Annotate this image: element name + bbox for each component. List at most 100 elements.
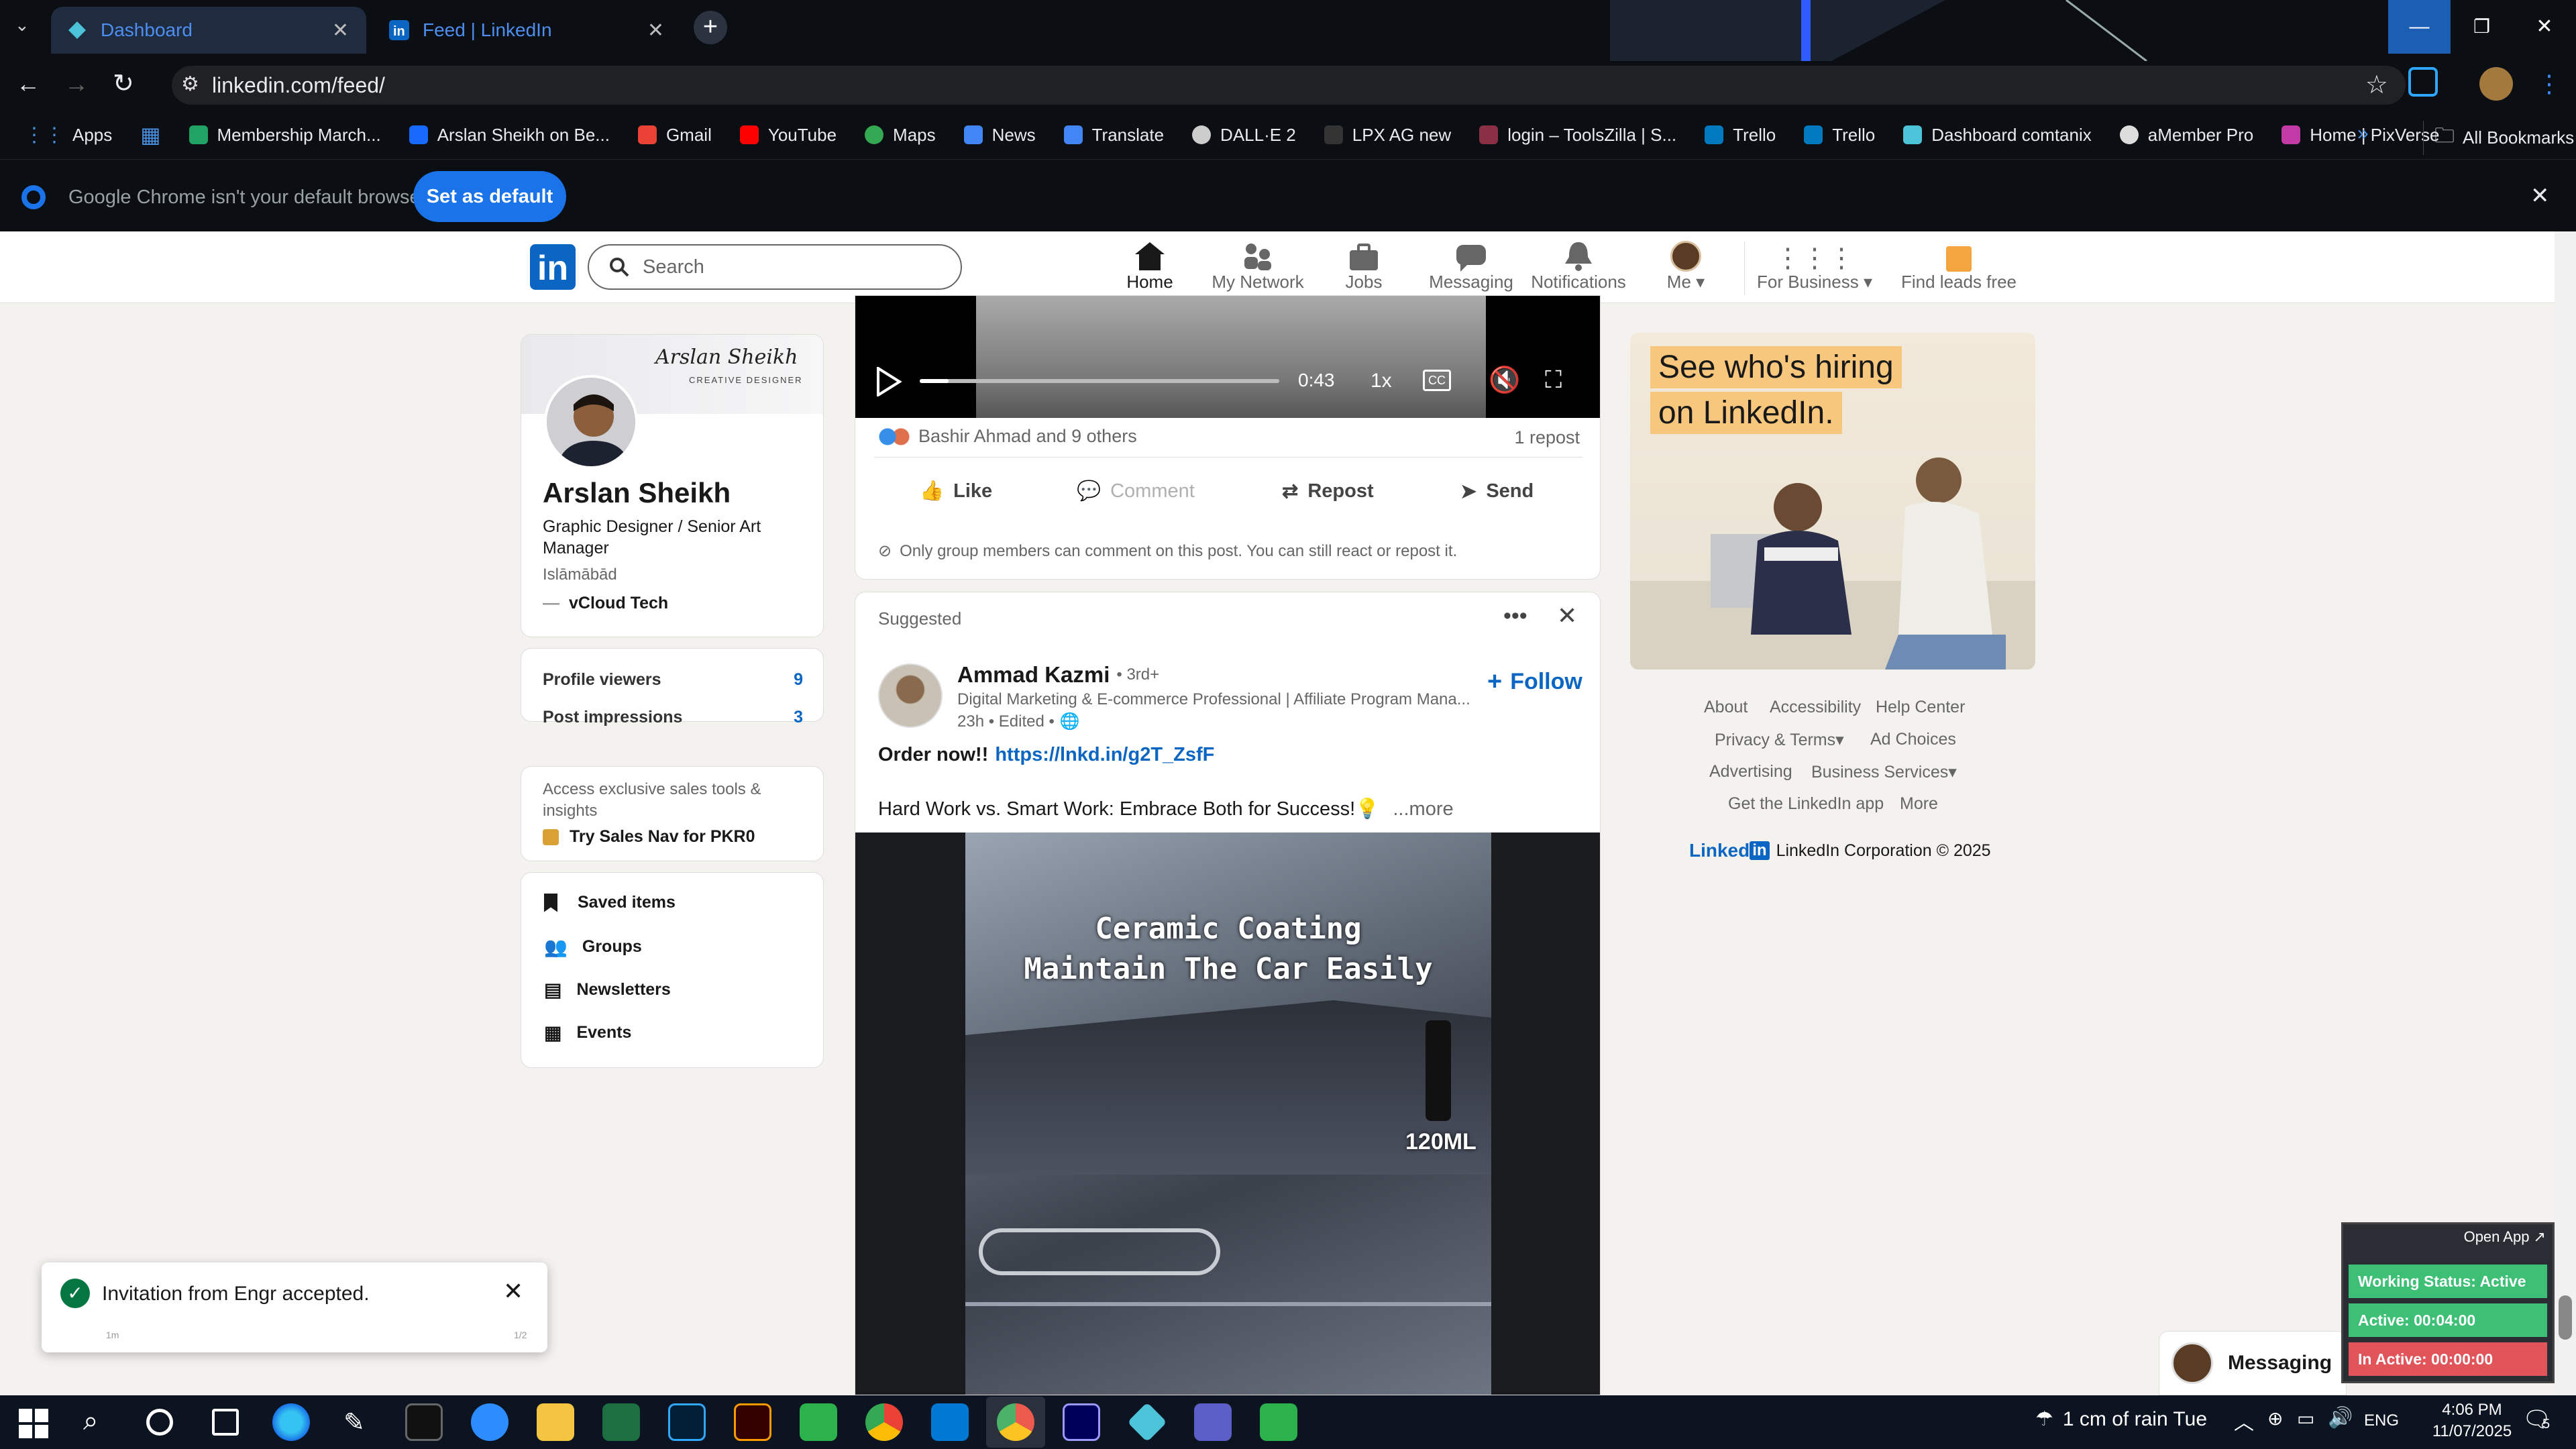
search-icon[interactable]: ⌕ bbox=[83, 1406, 98, 1436]
dismiss-post-icon[interactable]: ✕ bbox=[1557, 602, 1577, 630]
premium-cta[interactable]: Try Sales Nav for PKR0 bbox=[543, 827, 755, 847]
profile-avatar[interactable] bbox=[2479, 67, 2513, 101]
tab-feed-linkedin[interactable]: in Feed | LinkedIn ✕ bbox=[373, 7, 682, 54]
nav-find-leads[interactable]: Find leads free bbox=[1898, 239, 2019, 292]
extensions-icon[interactable] bbox=[2408, 67, 2438, 97]
bookmark-item[interactable]: Gmail bbox=[637, 125, 712, 146]
footer-link-get-app[interactable]: Get the LinkedIn app bbox=[1728, 794, 1884, 814]
scrollbar-thumb[interactable] bbox=[2559, 1295, 2572, 1340]
bookmark-item[interactable]: Dashboard comtanix bbox=[1903, 125, 2092, 146]
wifi-icon[interactable]: ▭ bbox=[2297, 1407, 2314, 1430]
profile-photo[interactable] bbox=[544, 375, 638, 469]
bookmark-item[interactable]: YouTube bbox=[739, 125, 837, 146]
set-default-button[interactable]: Set as default bbox=[413, 171, 566, 222]
repost-button[interactable]: ⇄ Repost bbox=[1282, 480, 1374, 503]
author-name[interactable]: Ammad Kazmi bbox=[957, 662, 1110, 688]
edge-icon[interactable] bbox=[272, 1403, 310, 1441]
premiere-icon[interactable] bbox=[1063, 1403, 1100, 1441]
nav-me[interactable]: Me ▾ bbox=[1632, 239, 1739, 292]
task-view-icon[interactable] bbox=[212, 1409, 239, 1436]
post-video[interactable]: Ceramic Coating Maintain The Car Easily … bbox=[855, 833, 1600, 1395]
photoshop-icon[interactable] bbox=[668, 1403, 706, 1441]
footer-link-help-center[interactable]: Help Center bbox=[1876, 698, 1965, 717]
stat-post-impressions[interactable]: Post impressions 3 bbox=[543, 708, 803, 727]
footer-link-privacy[interactable]: Privacy & Terms ▾ bbox=[1715, 730, 1844, 750]
pen-icon[interactable]: ✎ bbox=[343, 1407, 365, 1438]
footer-link-accessibility[interactable]: Accessibility bbox=[1770, 698, 1861, 717]
mute-icon[interactable]: 🔇 bbox=[1489, 366, 1520, 395]
send-button[interactable]: ➤ Send bbox=[1460, 480, 1534, 503]
site-info-icon[interactable]: ⚙ bbox=[181, 72, 199, 96]
bookmark-item[interactable]: Trello bbox=[1804, 125, 1875, 146]
bookmark-item[interactable]: aMember Pro bbox=[2119, 125, 2253, 146]
tab-dashboard[interactable]: Dashboard ✕ bbox=[51, 7, 366, 54]
more-options-icon[interactable]: ••• bbox=[1503, 603, 1527, 629]
weather-widget[interactable]: ☂ 1 cm of rain Tue bbox=[2035, 1407, 2207, 1431]
see-more-link[interactable]: ...more bbox=[1393, 798, 1453, 820]
stat-profile-viewers[interactable]: Profile viewers 9 bbox=[543, 670, 803, 690]
network-icon[interactable]: ⊕ bbox=[2267, 1407, 2283, 1430]
bookmark-item[interactable]: News bbox=[963, 125, 1036, 146]
nav-messaging[interactable]: Messaging bbox=[1417, 239, 1525, 292]
linkedin-logo[interactable]: in bbox=[530, 244, 576, 290]
captions-icon[interactable]: CC bbox=[1423, 370, 1451, 391]
profile-name[interactable]: Arslan Sheikh bbox=[543, 477, 731, 509]
bookmark-apps[interactable]: ⋮⋮ Apps bbox=[24, 123, 112, 147]
bookmark-item[interactable]: Membership March... bbox=[189, 125, 381, 146]
tray-chevron-icon[interactable]: ︿ bbox=[2234, 1406, 2254, 1436]
link-events[interactable]: ▦ Events bbox=[544, 1022, 631, 1044]
bookmark-item[interactable]: Maps bbox=[865, 125, 936, 146]
reactions-summary[interactable]: Bashir Ahmad and 9 others bbox=[878, 426, 1137, 447]
bookmark-item[interactable]: Trello bbox=[1705, 125, 1776, 146]
close-icon[interactable]: ✕ bbox=[647, 19, 664, 42]
address-bar[interactable]: ⚙ linkedin.com/feed/ ☆ bbox=[172, 66, 2406, 105]
bookmark-item[interactable]: login – ToolsZilla | S... bbox=[1479, 125, 1676, 146]
like-button[interactable]: 👍 Like bbox=[920, 480, 992, 502]
zoom-icon[interactable] bbox=[471, 1403, 508, 1441]
post-link[interactable]: https://lnkd.in/g2T_ZsfF bbox=[995, 744, 1214, 766]
excel-icon[interactable] bbox=[602, 1403, 640, 1441]
vscode-icon[interactable] bbox=[931, 1403, 969, 1441]
restore-button[interactable]: ❐ bbox=[2451, 0, 2513, 54]
volume-icon[interactable]: 🔊 bbox=[2328, 1406, 2353, 1430]
messaging-overlay[interactable]: Messaging bbox=[2159, 1331, 2347, 1395]
language-indicator[interactable]: ENG bbox=[2364, 1411, 2399, 1430]
footer-link-advertising[interactable]: Advertising bbox=[1709, 762, 1792, 782]
new-tab-button[interactable]: + bbox=[694, 11, 727, 44]
nav-for-business[interactable]: ⋮⋮⋮ For Business ▾ bbox=[1754, 239, 1875, 292]
bookmark-item[interactable]: DALL·E 2 bbox=[1192, 125, 1296, 146]
bookmark-item[interactable]: Translate bbox=[1063, 125, 1164, 146]
terminal-icon[interactable] bbox=[405, 1403, 443, 1441]
author-avatar[interactable] bbox=[878, 663, 943, 728]
chrome-icon[interactable] bbox=[865, 1403, 903, 1441]
search-input[interactable]: Search bbox=[588, 244, 962, 290]
app-green-icon[interactable] bbox=[800, 1403, 837, 1441]
back-button[interactable]: ← bbox=[16, 70, 40, 98]
chrome-menu-icon[interactable]: ⋮ bbox=[2537, 70, 2561, 98]
tab-list-button[interactable]: ⌄ bbox=[15, 15, 30, 36]
close-infobar-icon[interactable]: ✕ bbox=[2530, 182, 2550, 209]
link-newsletters[interactable]: ▤ Newsletters bbox=[544, 979, 671, 1001]
close-window-button[interactable]: ✕ bbox=[2513, 0, 2576, 54]
comment-button[interactable]: 💬 Comment bbox=[1077, 480, 1195, 502]
link-groups[interactable]: 👥 Groups bbox=[544, 936, 642, 958]
footer-link-more[interactable]: More bbox=[1900, 794, 1938, 814]
bookmark-star-icon[interactable]: ☆ bbox=[2365, 70, 2388, 100]
nav-my-network[interactable]: My Network bbox=[1204, 239, 1311, 292]
speed-button[interactable]: 1x bbox=[1371, 370, 1392, 392]
link-saved-items[interactable]: Saved items bbox=[544, 893, 676, 912]
repost-count[interactable]: 1 repost bbox=[1514, 427, 1580, 448]
bookmark-item[interactable]: LPX AG new bbox=[1324, 125, 1451, 146]
clock[interactable]: 4:06 PM 11/07/2025 bbox=[2422, 1399, 2522, 1442]
teams-icon[interactable] bbox=[1194, 1403, 1232, 1441]
nav-notifications[interactable]: Notifications bbox=[1525, 239, 1632, 292]
follow-button[interactable]: + Follow bbox=[1487, 667, 1582, 696]
close-toast-icon[interactable]: ✕ bbox=[503, 1277, 523, 1305]
app-green2-icon[interactable] bbox=[1260, 1403, 1297, 1441]
play-icon[interactable] bbox=[875, 367, 902, 396]
illustrator-icon[interactable] bbox=[734, 1403, 771, 1441]
footer-link-about[interactable]: About bbox=[1704, 698, 1748, 717]
open-app-link[interactable]: Open App ↗ bbox=[2464, 1228, 2546, 1246]
fullscreen-icon[interactable]: ⛶ bbox=[1545, 366, 1562, 394]
file-explorer-icon[interactable] bbox=[537, 1403, 574, 1441]
